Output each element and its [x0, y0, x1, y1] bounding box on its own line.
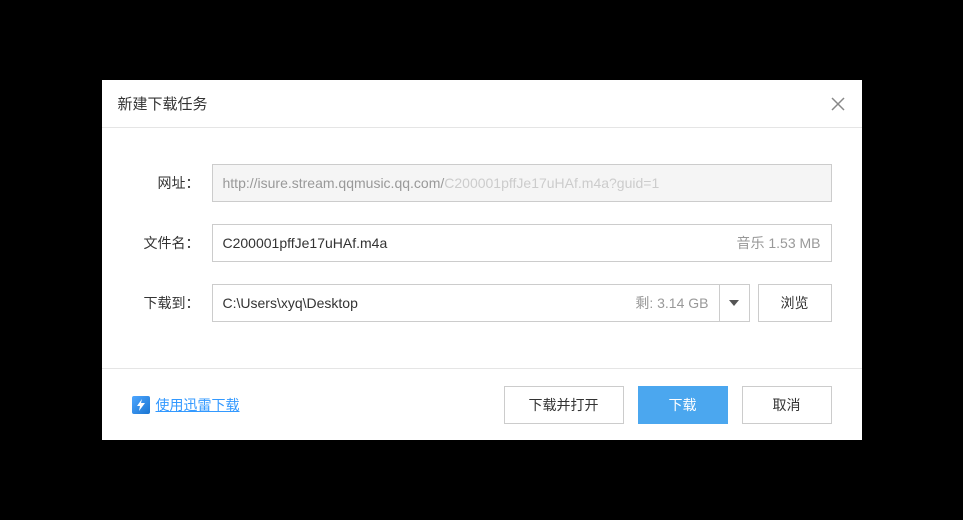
cancel-button[interactable]: 取消: [742, 386, 832, 424]
file-size: 1.53 MB: [768, 235, 820, 251]
url-base: http://isure.stream.qqmusic.qq.com/: [223, 175, 445, 191]
filename-row: 文件名： C200001pffJe17uHAf.m4a 音乐 1.53 MB: [132, 224, 832, 262]
download-and-open-button[interactable]: 下载并打开: [504, 386, 624, 424]
thunder-download-link[interactable]: 使用迅雷下载: [132, 395, 240, 415]
filename-value: C200001pffJe17uHAf.m4a: [223, 235, 729, 251]
chevron-down-icon: [729, 300, 739, 306]
thunder-icon: [132, 396, 150, 414]
saveto-dropdown[interactable]: [720, 284, 750, 322]
free-space: 剩: 3.14 GB: [627, 293, 708, 313]
dialog-body: 网址： http://isure.stream.qqmusic.qq.com/C…: [102, 128, 862, 368]
close-icon: [830, 96, 846, 112]
download-button[interactable]: 下载: [638, 386, 728, 424]
saveto-row: 下载到： C:\Users\xyq\Desktop 剩: 3.14 GB 浏览: [132, 284, 832, 322]
url-path: C200001pffJe17uHAf.m4a?guid=1: [444, 175, 659, 191]
dialog-title: 新建下载任务: [118, 93, 208, 114]
filename-input[interactable]: C200001pffJe17uHAf.m4a 音乐 1.53 MB: [212, 224, 832, 262]
thunder-label: 使用迅雷下载: [156, 395, 240, 415]
browse-button[interactable]: 浏览: [758, 284, 832, 322]
url-input[interactable]: http://isure.stream.qqmusic.qq.com/C2000…: [212, 164, 832, 202]
titlebar: 新建下载任务: [102, 80, 862, 128]
dialog-footer: 使用迅雷下载 下载并打开 下载 取消: [102, 368, 862, 440]
close-button[interactable]: [826, 92, 850, 116]
saveto-input[interactable]: C:\Users\xyq\Desktop 剩: 3.14 GB: [212, 284, 720, 322]
url-label: 网址：: [132, 173, 212, 193]
url-row: 网址： http://isure.stream.qqmusic.qq.com/C…: [132, 164, 832, 202]
saveto-label: 下载到：: [132, 293, 212, 313]
filename-label: 文件名：: [132, 233, 212, 253]
file-type-label: 音乐: [736, 235, 764, 251]
saveto-path: C:\Users\xyq\Desktop: [223, 295, 628, 311]
download-dialog: 新建下载任务 网址： http://isure.stream.qqmusic.q…: [102, 80, 862, 440]
